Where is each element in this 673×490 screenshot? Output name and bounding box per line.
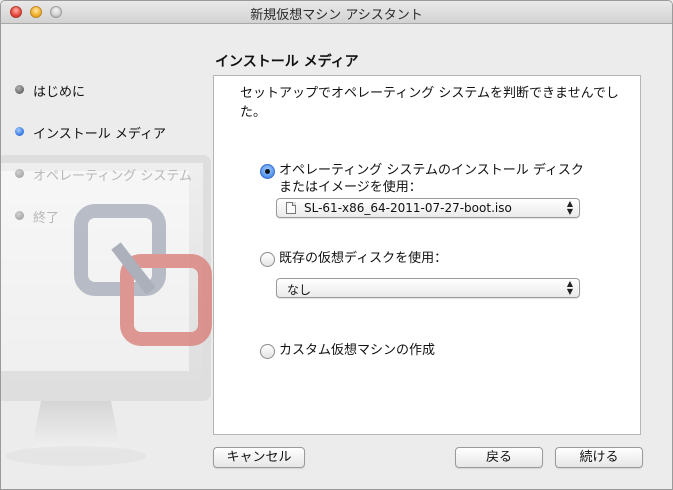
popup-arrows-icon: ▲ ▼ [566,279,573,296]
step-current-dot-icon [15,127,24,136]
install-image-value: SL-61-x86_64-2011-07-27-boot.iso [304,201,512,215]
existing-disk-popup[interactable]: なし ▲ ▼ [276,278,580,298]
continue-button[interactable]: 続ける [555,447,643,468]
install-media-panel: セットアップでオペレーティング システムを判断できませんでした。 オペレーティン… [213,75,641,435]
section-title: インストール メディア [215,54,359,70]
existing-disk-label: 既存の仮想ディスクを使用： [279,251,448,266]
step-label: インストール メディア [33,127,166,142]
install-disc-radio[interactable] [260,164,275,179]
custom-vm-radio[interactable] [260,344,275,359]
step-label: はじめに [33,85,86,100]
install-disc-label-line1: オペレーティング システムのインストール ディスク [279,163,584,178]
custom-vm-label: カスタム仮想マシンの作成 [279,343,436,358]
assistant-window: 新規仮想マシン アシスタント はじめに インストール メディア オペレーティング… [0,0,673,490]
install-disc-label: オペレーティング システムのインストール ディスク またはイメージを使用： [279,162,584,196]
install-image-popup[interactable]: SL-61-x86_64-2011-07-27-boot.iso ▲ ▼ [276,198,580,218]
document-icon [286,202,296,214]
vmware-monitor-illustration [1,155,212,466]
title-bar[interactable]: 新規仮想マシン アシスタント [1,1,672,24]
panel-description: セットアップでオペレーティング システムを判断できませんでした。 [240,86,619,120]
step-label: オペレーティング システム [33,169,192,184]
window-title: 新規仮想マシン アシスタント [250,8,423,23]
step-status-dot-icon [15,169,24,178]
install-disc-label-line2: またはイメージを使用： [279,180,422,195]
back-button[interactable]: 戻る [455,447,543,468]
step-status-dot-icon [15,85,24,94]
cancel-button[interactable]: キャンセル [213,447,305,468]
existing-disk-value: なし [287,283,312,297]
step-label: 終了 [33,211,60,226]
step-status-dot-icon [15,211,24,220]
popup-arrows-icon: ▲ ▼ [566,199,573,216]
existing-disk-radio[interactable] [260,252,275,267]
